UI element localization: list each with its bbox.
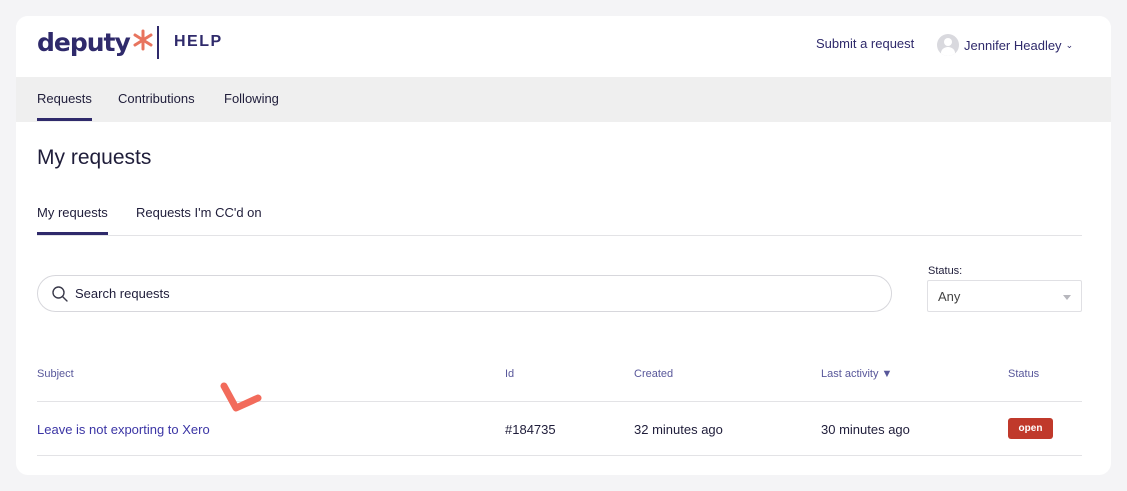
sub-navigation: Requests Contributions Following (16, 77, 1111, 122)
column-header-subject: Subject (37, 368, 74, 380)
avatar (937, 34, 959, 56)
help-center-card: deputy HELP Submit a request Jennifer He… (16, 16, 1111, 475)
page-title: My requests (37, 146, 152, 169)
search-input[interactable] (75, 286, 855, 301)
status-select[interactable]: Any (927, 280, 1082, 312)
column-header-last-activity-label: Last activity (821, 368, 879, 380)
user-name: Jennifer Headley (964, 37, 1062, 53)
status-badge: open (1008, 418, 1053, 439)
tabs-divider (37, 235, 1082, 236)
status-filter-label: Status: (928, 265, 963, 277)
table-row-divider (37, 455, 1082, 456)
deputy-logo[interactable]: deputy (37, 26, 154, 58)
tab-my-requests[interactable]: My requests (37, 205, 108, 235)
column-header-created[interactable]: Created (634, 368, 673, 380)
chevron-down-icon: ⌄ (1065, 39, 1074, 50)
help-label: HELP (174, 33, 223, 50)
submit-request-link[interactable]: Submit a request (816, 36, 914, 51)
status-select-value: Any (938, 288, 961, 304)
top-header: deputy HELP Submit a request Jennifer He… (16, 16, 1111, 77)
logo-divider (157, 26, 159, 59)
request-created: 32 minutes ago (634, 422, 723, 437)
search-box[interactable] (37, 275, 892, 312)
column-header-status: Status (1008, 368, 1040, 380)
subnav-item-following[interactable]: Following (224, 91, 279, 106)
logo-star-icon (133, 29, 153, 51)
logo-wordmark: deputy (37, 27, 131, 57)
table-header-divider (37, 401, 1082, 402)
subnav-item-requests[interactable]: Requests (37, 91, 92, 121)
request-subject-link[interactable]: Leave is not exporting to Xero (37, 422, 210, 437)
user-menu[interactable]: Jennifer Headley ⌄ (937, 33, 1073, 57)
search-icon (52, 285, 68, 302)
caret-down-icon (1063, 295, 1071, 300)
tab-requests-ccd[interactable]: Requests I'm CC'd on (136, 205, 262, 220)
column-header-last-activity[interactable]: Last activity ▼ (821, 368, 892, 380)
subnav-item-contributions[interactable]: Contributions (118, 91, 195, 106)
checkmark-annotation-icon (220, 382, 262, 412)
sort-desc-icon: ▼ (881, 368, 893, 380)
request-last-activity: 30 minutes ago (821, 422, 910, 437)
request-id: #184735 (505, 422, 556, 437)
column-header-id: Id (505, 368, 515, 380)
